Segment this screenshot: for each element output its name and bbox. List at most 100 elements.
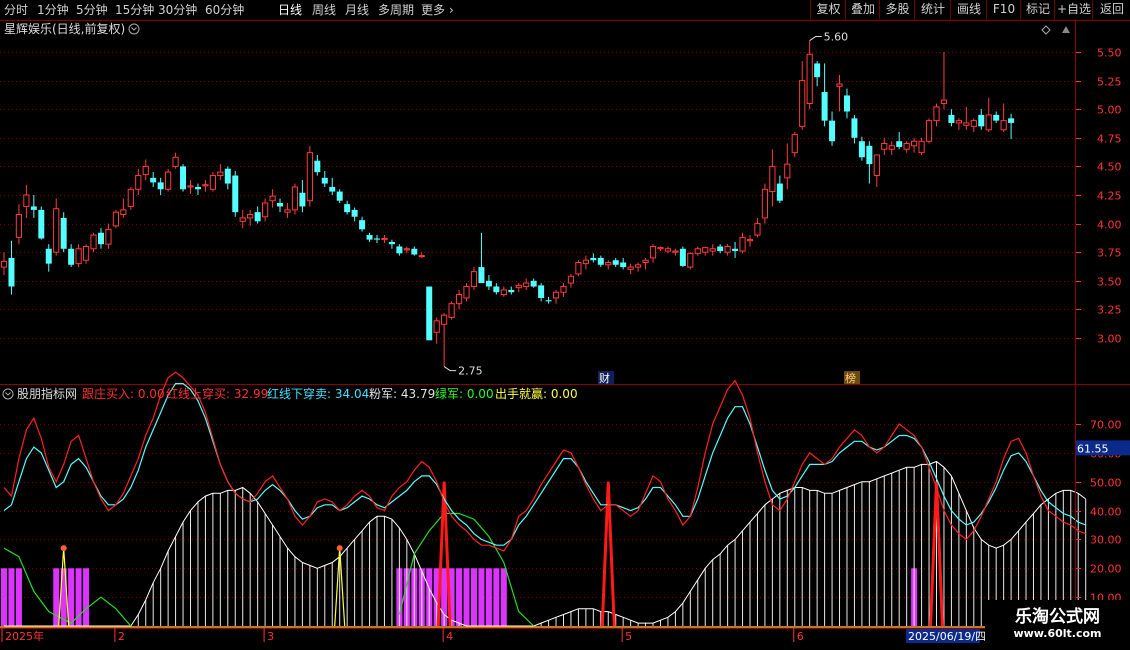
diamond-icon[interactable] xyxy=(1041,25,1051,35)
candle xyxy=(985,97,992,133)
candle xyxy=(329,177,336,195)
low-leader xyxy=(443,366,457,372)
candle-body xyxy=(642,259,649,263)
toolbar-action-4[interactable]: 画线 xyxy=(950,0,987,19)
stock-chart[interactable]: 5.60 2.75 财 榜 5.50 5.25 5.00 4.75 4.50 4.25 4.00 3… xyxy=(0,20,1130,650)
price-tick-label: 3.25 xyxy=(1097,304,1122,317)
candle-body xyxy=(821,92,828,121)
toolbar-action-3[interactable]: 统计 xyxy=(914,0,951,19)
candle xyxy=(694,246,701,256)
candle xyxy=(448,301,455,320)
up-arrow-icon[interactable] xyxy=(1062,26,1070,33)
candle-body xyxy=(627,266,634,270)
period-tab-2[interactable]: 5分钟 xyxy=(76,2,108,18)
candle xyxy=(836,74,843,112)
candle-body xyxy=(836,83,843,87)
price-tick-label: 4.50 xyxy=(1097,161,1122,174)
candle-body xyxy=(75,248,82,265)
candle-body xyxy=(411,248,418,255)
candle xyxy=(105,223,112,249)
candle xyxy=(903,141,910,153)
toolbar-action-7[interactable]: +自选 xyxy=(1054,0,1093,19)
candle xyxy=(68,244,75,268)
period-tab-1[interactable]: 1分钟 xyxy=(37,2,69,18)
candle xyxy=(970,118,977,133)
candle xyxy=(381,235,388,244)
candle-body xyxy=(366,235,373,240)
candle xyxy=(702,246,709,256)
candle xyxy=(508,286,515,295)
period-tab-3[interactable]: 15分钟 xyxy=(115,2,154,18)
candle xyxy=(120,198,127,218)
candle-body xyxy=(105,228,112,245)
period-tab-9[interactable]: 多周期 xyxy=(378,2,414,18)
candle-body xyxy=(90,234,97,250)
candle xyxy=(799,61,806,130)
candle xyxy=(597,255,604,268)
candle-body xyxy=(418,255,425,258)
candle-body xyxy=(649,245,657,259)
candle xyxy=(829,111,836,146)
pink-bar xyxy=(8,568,15,626)
toolbar-action-6[interactable]: 标记 xyxy=(1020,0,1055,19)
period-tab-5[interactable]: 60分钟 xyxy=(205,2,244,18)
candle-body xyxy=(269,195,276,202)
candle-body xyxy=(791,133,798,154)
candle-body xyxy=(165,171,172,190)
candle-body xyxy=(530,280,537,287)
pink-bar xyxy=(500,568,507,626)
candle-body xyxy=(933,106,940,122)
toolbar-action-2[interactable]: 多股 xyxy=(879,0,915,19)
price-tick-label: 5.00 xyxy=(1097,104,1122,117)
toolbar-action-1[interactable]: 叠加 xyxy=(845,0,880,19)
pink-bar xyxy=(478,568,485,626)
candle xyxy=(955,118,962,130)
candle xyxy=(165,168,172,192)
candle-body xyxy=(1000,120,1007,131)
candle-body xyxy=(23,194,30,207)
toolbar-action-8[interactable]: 返回 xyxy=(1092,0,1130,19)
candle-body xyxy=(441,314,448,325)
pink-bar xyxy=(456,568,463,626)
period-tab-8[interactable]: 月线 xyxy=(345,2,369,18)
candle-body xyxy=(351,209,358,217)
date-label: 3 xyxy=(267,630,274,643)
candle-body xyxy=(955,120,962,124)
candle xyxy=(627,263,634,274)
candle-body xyxy=(806,53,813,104)
period-tab-4[interactable]: 30分钟 xyxy=(158,2,197,18)
candle xyxy=(940,52,948,110)
candle-body xyxy=(814,63,821,78)
candle-body xyxy=(590,257,597,261)
period-tab-6[interactable]: 日线 xyxy=(278,2,302,18)
candle-body xyxy=(739,236,746,252)
candle-body xyxy=(485,280,492,287)
toolbar-action-5[interactable]: F10 xyxy=(986,0,1021,19)
toolbar-action-0[interactable]: 复权 xyxy=(810,0,846,19)
legend-item-1: 红线上穿买: 32.99 xyxy=(166,386,268,401)
legend-item-5: 出手就赢: 0.00 xyxy=(495,386,578,401)
pink-bar xyxy=(53,568,60,626)
chevron-right-icon[interactable]: › xyxy=(449,2,454,18)
period-tab-0[interactable]: 分时 xyxy=(4,2,28,18)
period-tab-7[interactable]: 周线 xyxy=(312,2,336,18)
candle-body xyxy=(911,140,918,147)
candle-body xyxy=(478,267,485,284)
candle-body xyxy=(567,275,575,284)
candle xyxy=(1008,113,1015,139)
candle xyxy=(321,170,328,187)
candle xyxy=(612,257,619,268)
candle-body xyxy=(448,303,455,318)
candle-body xyxy=(142,165,149,175)
candle-body xyxy=(873,154,880,177)
stock-title[interactable]: 星辉娱乐(日线,前复权) xyxy=(4,21,125,36)
chevron-down-icon xyxy=(131,27,137,31)
title-dropdown-icon[interactable] xyxy=(128,23,140,35)
price-tick-label: 3.75 xyxy=(1097,247,1122,260)
date-axis: 2025年 2 3 4 5 6 2025/06/19/四 xyxy=(0,628,1130,643)
watermark-url: www.60lt.com xyxy=(1013,627,1102,640)
period-tab-10[interactable]: 更多 xyxy=(421,2,445,18)
candle xyxy=(620,257,627,270)
candle-body xyxy=(381,237,388,241)
price-labels: 5.60 2.75 财 榜 xyxy=(443,31,860,385)
